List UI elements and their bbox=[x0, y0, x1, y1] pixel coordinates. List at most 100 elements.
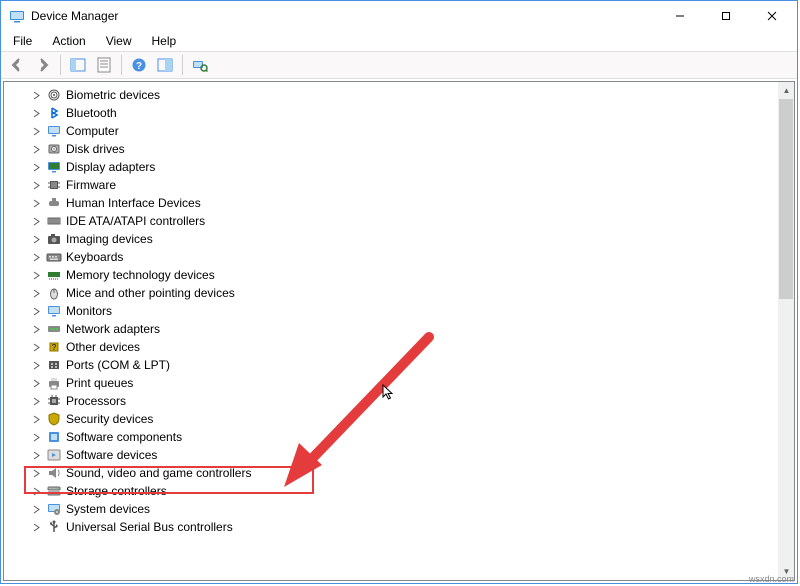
chevron-right-icon[interactable] bbox=[30, 395, 42, 407]
chevron-right-icon[interactable] bbox=[30, 467, 42, 479]
chevron-right-icon[interactable] bbox=[30, 233, 42, 245]
properties-button[interactable] bbox=[92, 54, 116, 76]
toolbar-separator bbox=[182, 55, 183, 75]
tree-item-other[interactable]: ? Other devices bbox=[22, 338, 777, 356]
chip-icon bbox=[46, 177, 62, 193]
chevron-right-icon[interactable] bbox=[30, 215, 42, 227]
display-icon bbox=[46, 159, 62, 175]
tree-item-ide[interactable]: IDE ATA/ATAPI controllers bbox=[22, 212, 777, 230]
chevron-right-icon[interactable] bbox=[30, 305, 42, 317]
chevron-right-icon[interactable] bbox=[30, 413, 42, 425]
device-tree: Biometric devices Bluetooth Computer Disk d… bbox=[4, 82, 777, 540]
chevron-right-icon[interactable] bbox=[30, 269, 42, 281]
tree-item-monitor[interactable]: Monitors bbox=[22, 302, 777, 320]
chevron-right-icon[interactable] bbox=[30, 179, 42, 191]
bluetooth-icon bbox=[46, 105, 62, 121]
scan-hardware-button[interactable] bbox=[188, 54, 212, 76]
tree-item-hid[interactable]: Human Interface Devices bbox=[22, 194, 777, 212]
tree-item-display[interactable]: Display adapters bbox=[22, 158, 777, 176]
network-icon bbox=[46, 321, 62, 337]
tree-item-port[interactable]: Ports (COM & LPT) bbox=[22, 356, 777, 374]
tree-item-label: Computer bbox=[66, 124, 119, 138]
chevron-right-icon[interactable] bbox=[30, 503, 42, 515]
menu-file[interactable]: File bbox=[5, 32, 40, 50]
memory-icon bbox=[46, 267, 62, 283]
tree-item-network[interactable]: Network adapters bbox=[22, 320, 777, 338]
tree-item-monitor[interactable]: Computer bbox=[22, 122, 777, 140]
vertical-scrollbar[interactable]: ▲ ▼ bbox=[777, 82, 794, 580]
tree-item-label: System devices bbox=[66, 502, 150, 516]
minimize-button[interactable] bbox=[657, 1, 703, 31]
menubar: File Action View Help bbox=[1, 31, 797, 51]
other-icon: ? bbox=[46, 339, 62, 355]
tree-item-fingerprint[interactable]: Biometric devices bbox=[22, 86, 777, 104]
tree-item-label: Print queues bbox=[66, 376, 133, 390]
scroll-up-button[interactable]: ▲ bbox=[778, 82, 795, 99]
back-button[interactable] bbox=[5, 54, 29, 76]
tree-item-component[interactable]: Software components bbox=[22, 428, 777, 446]
printer-icon bbox=[46, 375, 62, 391]
disk-icon bbox=[46, 141, 62, 157]
storage-icon bbox=[46, 483, 62, 499]
close-button[interactable] bbox=[749, 1, 795, 31]
chevron-right-icon[interactable] bbox=[30, 521, 42, 533]
tree-item-label: Storage controllers bbox=[66, 484, 167, 498]
menu-help[interactable]: Help bbox=[144, 32, 185, 50]
chevron-right-icon[interactable] bbox=[30, 161, 42, 173]
console-tree-button[interactable] bbox=[66, 54, 90, 76]
chevron-right-icon[interactable] bbox=[30, 341, 42, 353]
action-center-button[interactable] bbox=[153, 54, 177, 76]
monitor-icon bbox=[46, 123, 62, 139]
tree-item-label: Disk drives bbox=[66, 142, 125, 156]
tree-item-bluetooth[interactable]: Bluetooth bbox=[22, 104, 777, 122]
tree-item-camera[interactable]: Imaging devices bbox=[22, 230, 777, 248]
tree-item-usb[interactable]: Universal Serial Bus controllers bbox=[22, 518, 777, 536]
chevron-right-icon[interactable] bbox=[30, 359, 42, 371]
chevron-right-icon[interactable] bbox=[30, 143, 42, 155]
hid-icon bbox=[46, 195, 62, 211]
tree-item-memory[interactable]: Memory technology devices bbox=[22, 266, 777, 284]
tree-item-disk[interactable]: Disk drives bbox=[22, 140, 777, 158]
chevron-right-icon[interactable] bbox=[30, 377, 42, 389]
chevron-right-icon[interactable] bbox=[30, 197, 42, 209]
watermark: wsxdn.com bbox=[749, 574, 794, 584]
tree-item-security[interactable]: Security devices bbox=[22, 410, 777, 428]
chevron-right-icon[interactable] bbox=[30, 287, 42, 299]
chevron-right-icon[interactable] bbox=[30, 251, 42, 263]
tree-item-label: Biometric devices bbox=[66, 88, 160, 102]
chevron-right-icon[interactable] bbox=[30, 485, 42, 497]
tree-item-keyboard[interactable]: Keyboards bbox=[22, 248, 777, 266]
menu-action[interactable]: Action bbox=[44, 32, 93, 50]
tree-item-cpu[interactable]: Processors bbox=[22, 392, 777, 410]
tree-item-label: Mice and other pointing devices bbox=[66, 286, 235, 300]
cpu-icon bbox=[46, 393, 62, 409]
tree-item-label: Monitors bbox=[66, 304, 112, 318]
toolbar: ? bbox=[1, 51, 797, 79]
tree-item-label: Other devices bbox=[66, 340, 140, 354]
device-manager-window: Device Manager File Action View Help bbox=[0, 0, 798, 584]
tree-item-mouse[interactable]: Mice and other pointing devices bbox=[22, 284, 777, 302]
tree-item-label: Memory technology devices bbox=[66, 268, 215, 282]
menu-view[interactable]: View bbox=[98, 32, 140, 50]
content-area: Biometric devices Bluetooth Computer Disk d… bbox=[3, 81, 795, 581]
toolbar-separator bbox=[121, 55, 122, 75]
svg-text:?: ? bbox=[136, 61, 142, 72]
tree-item-system[interactable]: System devices bbox=[22, 500, 777, 518]
chevron-right-icon[interactable] bbox=[30, 449, 42, 461]
forward-button[interactable] bbox=[31, 54, 55, 76]
tree-item-printer[interactable]: Print queues bbox=[22, 374, 777, 392]
scroll-thumb[interactable] bbox=[779, 99, 793, 299]
system-icon bbox=[46, 501, 62, 517]
tree-item-storage[interactable]: Storage controllers bbox=[22, 482, 777, 500]
chevron-right-icon[interactable] bbox=[30, 125, 42, 137]
chevron-right-icon[interactable] bbox=[30, 89, 42, 101]
chevron-right-icon[interactable] bbox=[30, 323, 42, 335]
tree-item-software[interactable]: Software devices bbox=[22, 446, 777, 464]
tree-item-label: Network adapters bbox=[66, 322, 160, 336]
tree-item-sound[interactable]: Sound, video and game controllers bbox=[22, 464, 777, 482]
maximize-button[interactable] bbox=[703, 1, 749, 31]
chevron-right-icon[interactable] bbox=[30, 431, 42, 443]
help-button[interactable]: ? bbox=[127, 54, 151, 76]
tree-item-chip[interactable]: Firmware bbox=[22, 176, 777, 194]
chevron-right-icon[interactable] bbox=[30, 107, 42, 119]
